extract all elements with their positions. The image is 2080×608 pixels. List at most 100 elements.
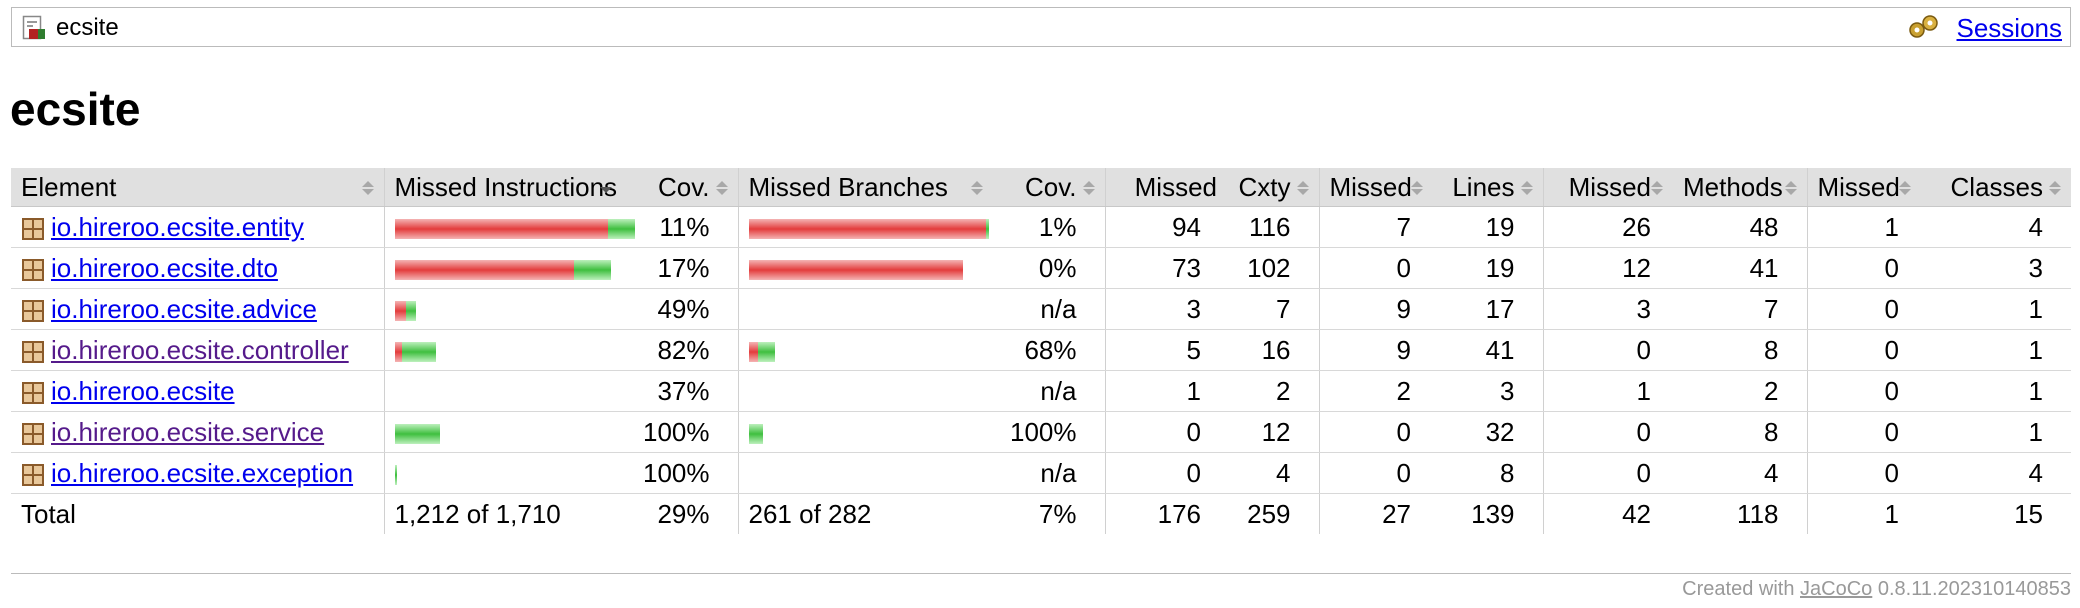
header-missed-lines[interactable]: Missed — [1319, 168, 1433, 207]
missed-methods: 0 — [1543, 329, 1673, 371]
branches-bar-missed — [748, 341, 758, 362]
missed-complexity: 3 — [1105, 288, 1223, 330]
missed-lines: 2 — [1319, 370, 1433, 412]
missed-classes: 0 — [1807, 329, 1921, 371]
missed-classes: 0 — [1807, 452, 1921, 494]
sort-icon — [2049, 181, 2061, 195]
complexity: 116 — [1223, 206, 1320, 248]
sessions-link[interactable]: Sessions — [1957, 14, 2063, 42]
package-link[interactable]: io.hireroo.ecsite — [51, 376, 235, 406]
instructions-coverage: 17% — [622, 247, 739, 289]
header-missed-instructions[interactable]: Missed Instructions — [384, 168, 622, 207]
complexity: 16 — [1223, 329, 1320, 371]
missed-complexity: 5 — [1105, 329, 1223, 371]
missed-instructions-cell — [384, 329, 622, 371]
missed-classes: 0 — [1807, 370, 1921, 412]
instructions-coverage: 82% — [622, 329, 739, 371]
methods: 2 — [1673, 370, 1808, 412]
package-icon — [22, 422, 44, 445]
sort-icon — [1784, 181, 1797, 195]
package-link[interactable]: io.hireroo.ecsite.controller — [51, 335, 349, 365]
lines: 41 — [1433, 329, 1544, 371]
missed-complexity: 1 — [1105, 370, 1223, 412]
classes: 3 — [1921, 247, 2071, 289]
package-link[interactable]: io.hireroo.ecsite.exception — [51, 458, 353, 488]
branches-bar-missed — [748, 218, 986, 239]
instructions-bar — [394, 259, 611, 280]
complexity: 7 — [1223, 288, 1320, 330]
total-missed-classes: 1 — [1884, 498, 1899, 529]
lines: 19 — [1433, 206, 1544, 248]
missed-lines: 9 — [1319, 329, 1433, 371]
missed-classes: 0 — [1807, 247, 1921, 289]
instructions-coverage: 100% — [622, 452, 739, 494]
element-cell: io.hireroo.ecsite.dto — [11, 247, 385, 289]
report-icon — [22, 15, 45, 40]
complexity: 2 — [1223, 370, 1320, 412]
table-header: Element Missed Instructions Cov. Missed … — [11, 168, 2071, 207]
table-row: io.hireroo.ecsite.exception 100% n/a 0 4 0 8 0 4… — [11, 452, 2071, 494]
branches-bar — [748, 423, 763, 444]
header-lines[interactable]: Lines — [1433, 168, 1544, 207]
page-title: ecsite — [10, 83, 141, 135]
element-cell: io.hireroo.ecsite.service — [11, 411, 385, 453]
element-cell: io.hireroo.ecsite.exception — [11, 452, 385, 494]
branches-coverage: n/a — [993, 288, 1106, 330]
instructions-bar — [394, 218, 635, 239]
total-branches-coverage: 7% — [993, 493, 1106, 534]
package-link[interactable]: io.hireroo.ecsite.advice — [51, 294, 317, 324]
missed-lines: 0 — [1319, 411, 1433, 453]
branches-bar — [748, 218, 989, 239]
header-methods[interactable]: Methods — [1673, 168, 1808, 207]
footer-prefix: Created with — [1682, 578, 1795, 600]
breadcrumb-current: ecsite — [56, 14, 119, 41]
header-element[interactable]: Element — [11, 168, 385, 207]
missed-lines: 7 — [1319, 206, 1433, 248]
branches-bar-covered — [757, 341, 775, 362]
header-missed-methods[interactable]: Missed — [1543, 168, 1673, 207]
table-row: io.hireroo.ecsite.controller 82% 68% 5 16 9 41… — [11, 329, 2071, 371]
package-link[interactable]: io.hireroo.ecsite.dto — [51, 253, 278, 283]
element-cell: io.hireroo.ecsite.controller — [11, 329, 385, 371]
missed-lines: 9 — [1319, 288, 1433, 330]
missed-lines: 0 — [1319, 247, 1433, 289]
lines: 32 — [1433, 411, 1544, 453]
missed-classes: 0 — [1807, 288, 1921, 330]
total-instructions-coverage: 29% — [622, 493, 739, 534]
classes: 1 — [1921, 370, 2071, 412]
jacoco-link[interactable]: JaCoCo — [1800, 578, 1872, 600]
instructions-bar-covered — [573, 259, 611, 280]
branches-bar — [748, 341, 775, 362]
package-link[interactable]: io.hireroo.ecsite.service — [51, 417, 324, 447]
total-missed-methods: 42 — [1622, 498, 1651, 529]
instructions-bar — [394, 341, 436, 362]
package-icon — [22, 381, 44, 404]
instructions-coverage: 49% — [622, 288, 739, 330]
coverage-table: Element Missed Instructions Cov. Missed … — [11, 168, 2071, 534]
total-missed-lines: 27 — [1382, 498, 1411, 529]
instructions-bar-covered — [607, 218, 635, 239]
missed-classes: 0 — [1807, 411, 1921, 453]
missed-instructions-cell — [384, 452, 622, 494]
methods: 8 — [1673, 411, 1808, 453]
sort-icon — [1520, 181, 1533, 195]
complexity: 4 — [1223, 452, 1320, 494]
header-missed-branches[interactable]: Missed Branches — [738, 168, 993, 207]
header-classes[interactable]: Classes — [1921, 168, 2071, 207]
instructions-coverage: 37% — [622, 370, 739, 412]
package-link[interactable]: io.hireroo.ecsite.entity — [51, 212, 304, 242]
header-missed-complexity[interactable]: Missed — [1105, 168, 1223, 207]
branches-coverage: 1% — [993, 206, 1106, 248]
header-branches-coverage[interactable]: Cov. — [993, 168, 1106, 207]
branches-bar-missed — [748, 259, 963, 280]
missed-branches-cell — [738, 370, 993, 412]
total-instructions: 1,212 of 1,710 — [394, 498, 561, 529]
total-methods: 118 — [1673, 493, 1808, 534]
header-instructions-coverage[interactable]: Cov. — [622, 168, 739, 207]
header-complexity[interactable]: Cxty — [1223, 168, 1320, 207]
package-icon — [22, 340, 44, 363]
total-missed-complexity: 176 — [1157, 498, 1201, 529]
missed-methods: 0 — [1543, 411, 1673, 453]
header-missed-classes[interactable]: Missed — [1807, 168, 1921, 207]
total-label: Total — [11, 493, 385, 534]
